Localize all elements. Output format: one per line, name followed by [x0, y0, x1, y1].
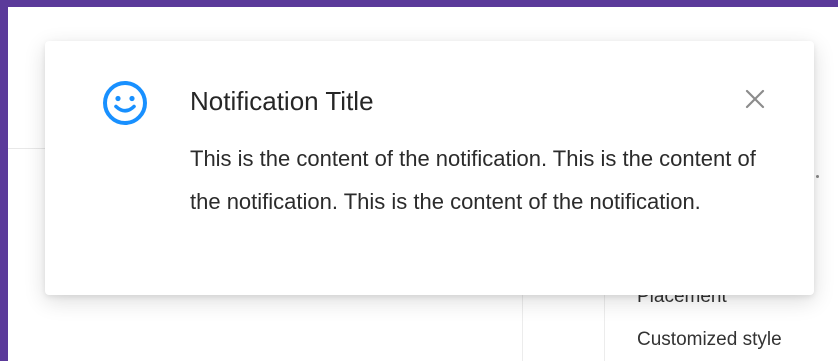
smile-icon	[103, 81, 147, 125]
anchor-rail	[604, 295, 605, 361]
anchor-link-customized-style[interactable]: Customized style	[637, 329, 782, 351]
vertical-divider	[522, 295, 523, 361]
close-icon[interactable]	[741, 85, 769, 113]
notification-content: This is the content of the notification.…	[190, 146, 756, 214]
notification-card: Notification Title This is the content o…	[45, 41, 814, 295]
anchor-indicator	[816, 175, 819, 178]
notification-title: Notification Title	[190, 86, 374, 116]
horizontal-divider	[8, 148, 46, 149]
